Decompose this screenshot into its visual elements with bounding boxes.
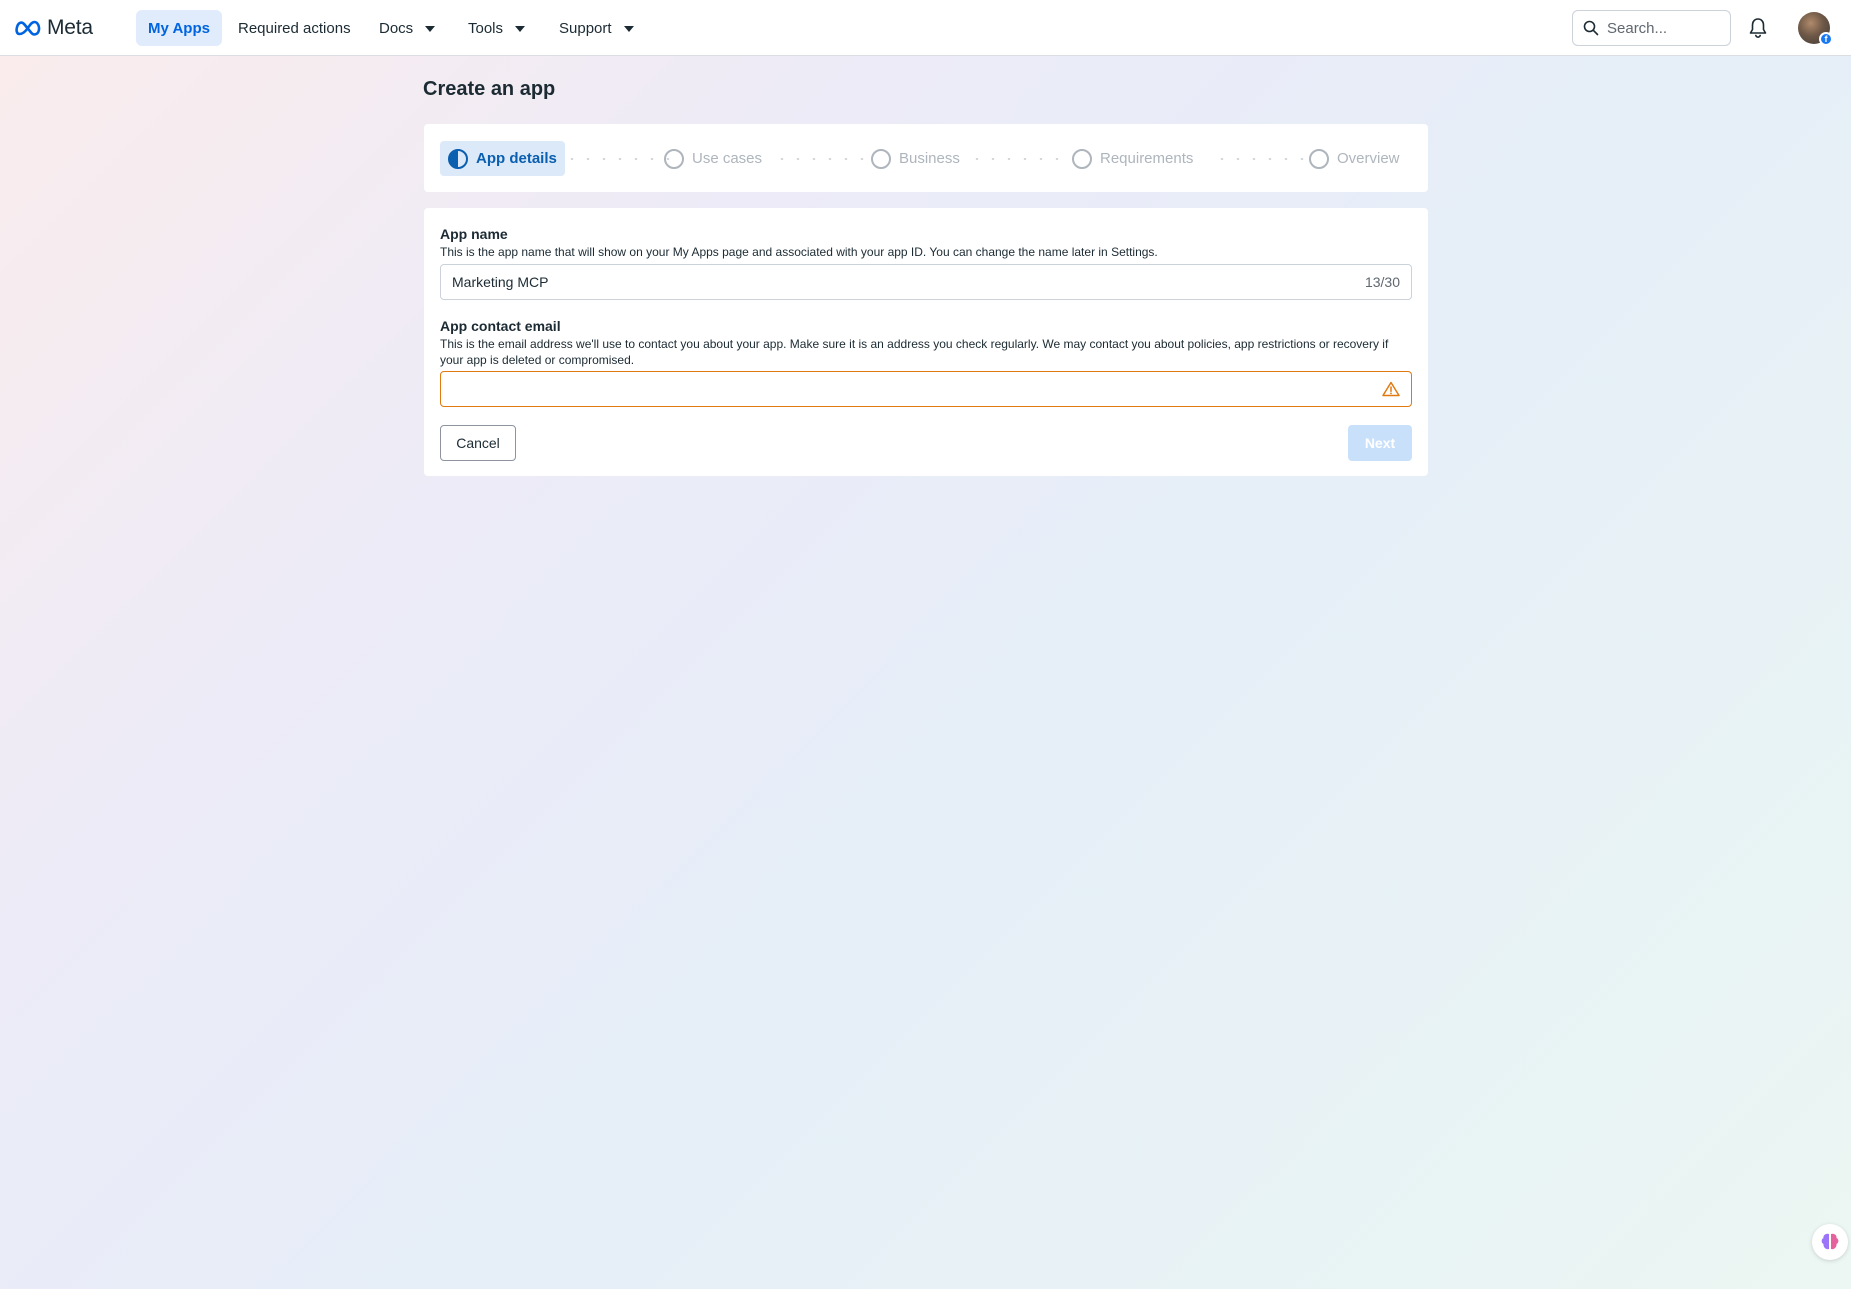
nav-docs[interactable]: Docs bbox=[367, 10, 447, 46]
meta-infinity-logo-icon bbox=[15, 20, 41, 36]
next-button[interactable]: Next bbox=[1348, 425, 1412, 461]
step-connector bbox=[774, 158, 874, 160]
brain-icon bbox=[1821, 1233, 1839, 1250]
nav-required-actions[interactable]: Required actions bbox=[226, 10, 363, 46]
caret-down-icon bbox=[425, 25, 436, 32]
facebook-badge-icon: f bbox=[1819, 32, 1833, 46]
search-input[interactable] bbox=[1607, 19, 1717, 37]
top-navigation-bar: Meta My Apps Required actions Docs Tools… bbox=[0, 0, 1851, 56]
char-counter: 13/30 bbox=[1364, 274, 1400, 290]
search-icon bbox=[1583, 20, 1599, 36]
profile-avatar[interactable]: f bbox=[1798, 12, 1833, 46]
bell-icon bbox=[1749, 18, 1767, 39]
contact-email-field[interactable] bbox=[440, 371, 1412, 407]
empty-circle-icon bbox=[1309, 148, 1329, 169]
app-name-help: This is the app name that will show on y… bbox=[440, 245, 1158, 259]
half-filled-circle-icon bbox=[448, 148, 468, 169]
page-title: Create an app bbox=[423, 78, 556, 100]
step-label: Business bbox=[899, 150, 960, 167]
caret-down-icon bbox=[515, 25, 526, 32]
app-details-form: App name This is the app name that will … bbox=[424, 208, 1428, 476]
step-overview[interactable]: Overview bbox=[1301, 141, 1408, 176]
contact-email-help: This is the email address we'll use to c… bbox=[440, 337, 1389, 367]
nav-tools-label: Tools bbox=[468, 19, 504, 37]
nav-support[interactable]: Support bbox=[547, 10, 646, 46]
cancel-button[interactable]: Cancel bbox=[440, 425, 516, 461]
nav-tools[interactable]: Tools bbox=[456, 10, 537, 46]
step-label: App details bbox=[476, 150, 557, 167]
progress-stepper: App details Use cases Business Requireme… bbox=[424, 124, 1428, 192]
nav-my-apps-label: My Apps bbox=[148, 19, 210, 37]
search-field[interactable] bbox=[1572, 10, 1731, 46]
step-label: Requirements bbox=[1100, 150, 1194, 167]
step-label: Use cases bbox=[692, 150, 763, 167]
step-business[interactable]: Business bbox=[863, 141, 968, 176]
nav-support-label: Support bbox=[559, 19, 612, 37]
warning-triangle-icon bbox=[1382, 381, 1400, 397]
step-use-cases[interactable]: Use cases bbox=[656, 141, 770, 176]
nav-required-actions-label: Required actions bbox=[238, 19, 351, 37]
empty-circle-icon bbox=[871, 148, 891, 169]
empty-circle-icon bbox=[1072, 148, 1092, 169]
app-name-label: App name bbox=[440, 226, 508, 242]
contact-email-label: App contact email bbox=[440, 318, 561, 334]
notifications-button[interactable] bbox=[1745, 15, 1771, 41]
assistant-widget-button[interactable] bbox=[1812, 1224, 1848, 1260]
nav-my-apps[interactable]: My Apps bbox=[136, 10, 222, 46]
contact-email-input[interactable] bbox=[452, 381, 1382, 397]
brand-name: Meta bbox=[47, 16, 93, 39]
app-name-input[interactable] bbox=[452, 274, 1365, 290]
step-app-details[interactable]: App details bbox=[440, 141, 565, 176]
caret-down-icon bbox=[623, 25, 634, 32]
step-connector bbox=[1214, 158, 1314, 160]
step-label: Overview bbox=[1337, 150, 1400, 167]
empty-circle-icon bbox=[664, 148, 684, 169]
meta-logo[interactable]: Meta bbox=[15, 15, 93, 41]
step-requirements[interactable]: Requirements bbox=[1064, 141, 1201, 176]
app-name-field[interactable]: 13/30 bbox=[440, 264, 1412, 300]
nav-docs-label: Docs bbox=[379, 19, 414, 37]
step-connector bbox=[969, 158, 1069, 160]
